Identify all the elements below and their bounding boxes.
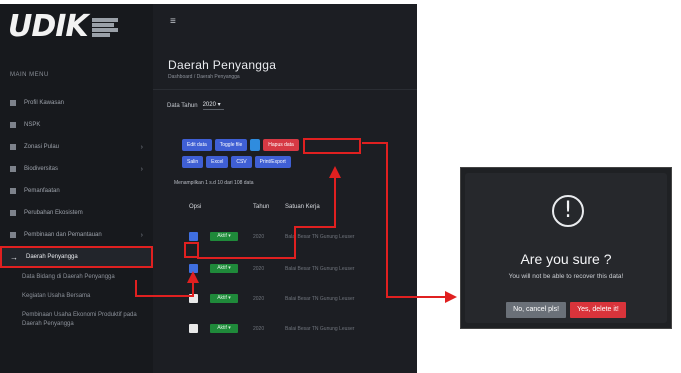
sidebar-item-label: Profil Kawasan bbox=[24, 100, 65, 106]
dialog-title: Are you sure ? bbox=[520, 251, 612, 267]
status-badge[interactable]: Aktif ▾ bbox=[210, 264, 238, 273]
chevron-right-icon: › bbox=[140, 231, 143, 239]
logo-text: UDIK bbox=[8, 9, 89, 44]
logo: UDIK bbox=[8, 10, 148, 44]
confirm-delete-button[interactable]: Yes, delete it! bbox=[570, 302, 626, 318]
year-filter: Data Tahun 2020 ▾ bbox=[167, 101, 224, 110]
table-row: Aktif ▾ 2020 Balai Besar TN Gunung Leuse… bbox=[173, 258, 417, 278]
table-row: Aktif ▾ 2020 Balai Besar TN Gunung Leuse… bbox=[173, 318, 417, 338]
copy-button[interactable]: Salin bbox=[182, 156, 204, 168]
row-checkbox[interactable] bbox=[189, 264, 198, 273]
toggle-file-button[interactable]: Toggle file bbox=[214, 139, 248, 151]
dialog-zoom: ! Are you sure ? You will not be able to… bbox=[460, 167, 672, 329]
table-info: Menampilkan 1 s.d 10 dari 108 data bbox=[174, 180, 254, 186]
cell-area: Balai Besar TN Gunung Leuser bbox=[285, 326, 355, 332]
square-icon bbox=[10, 100, 16, 106]
column-header-opsi[interactable]: Opsi bbox=[189, 204, 201, 210]
status-badge[interactable]: Aktif ▾ bbox=[210, 232, 238, 241]
excel-button[interactable]: Excel bbox=[206, 156, 229, 168]
sidebar-item-label: Biodiversitas bbox=[24, 166, 59, 172]
square-icon bbox=[10, 188, 16, 194]
sidebar-item-daerah-penyangga[interactable]: → Daerah Penyangga bbox=[0, 246, 153, 268]
row-checkbox[interactable] bbox=[189, 324, 198, 333]
sidebar-item-label: Pemanfaatan bbox=[24, 188, 60, 194]
sidebar-item-label: Zonasi Pulau bbox=[24, 144, 60, 150]
status-badge[interactable]: Aktif ▾ bbox=[210, 324, 238, 333]
cell-year: 2020 bbox=[253, 296, 265, 302]
cell-area: Balai Besar TN Gunung Leuser bbox=[285, 266, 355, 272]
file-icon-button[interactable] bbox=[250, 139, 261, 151]
sidebar-submenu: Data Bidang di Daerah Penyangga Kegiatan… bbox=[0, 268, 153, 334]
chevron-right-icon: › bbox=[140, 143, 143, 151]
cell-area: Balai Besar TN Gunung Leuser bbox=[285, 234, 355, 240]
chevron-right-icon: › bbox=[140, 165, 143, 173]
arrow-right-icon: → bbox=[10, 252, 18, 262]
dialog-actions: No, cancel pls! Yes, delete it! bbox=[465, 302, 667, 318]
column-header-tahun[interactable]: Tahun bbox=[253, 204, 269, 210]
warning-icon: ! bbox=[552, 195, 584, 227]
sidebar-item-label: NSPK bbox=[24, 122, 41, 128]
sidebar-item-label: Perubahan Ekosistem bbox=[24, 210, 83, 216]
square-icon bbox=[10, 232, 16, 238]
delete-data-button[interactable]: Hapus data bbox=[263, 139, 299, 151]
cancel-button[interactable]: No, cancel pls! bbox=[506, 302, 567, 318]
sidebar-menu: Profil Kawasan NSPK Zonasi Pulau › Biodi… bbox=[0, 92, 153, 334]
sidebar-subitem-data-bidang[interactable]: Data Bidang di Daerah Penyangga bbox=[22, 268, 153, 287]
status-badge[interactable]: Aktif ▾ bbox=[210, 294, 238, 303]
sidebar-item-nspk[interactable]: NSPK bbox=[0, 114, 153, 136]
confirm-dialog: ! Are you sure ? You will not be able to… bbox=[465, 173, 667, 323]
row-checkbox[interactable] bbox=[189, 294, 198, 303]
year-filter-label: Data Tahun bbox=[167, 102, 198, 109]
export-buttons: Salin Excel CSV Print/Export bbox=[182, 156, 291, 168]
action-buttons: Edit data Toggle file Hapus data bbox=[182, 139, 299, 151]
sidebar-item-biodiversitas[interactable]: Biodiversitas › bbox=[0, 158, 153, 180]
sidebar: UDIK MAIN MENU Profil Kawasan NSPK Zonas… bbox=[0, 4, 153, 373]
sidebar-subitem-pembinaan-usaha[interactable]: Pembinaan Usaha Ekonomi Produktif pada D… bbox=[22, 306, 153, 334]
cell-year: 2020 bbox=[253, 326, 265, 332]
menu-icon[interactable]: ≡ bbox=[170, 16, 176, 27]
divider bbox=[153, 89, 417, 90]
sidebar-item-perubahan-ekosistem[interactable]: Perubahan Ekosistem bbox=[0, 202, 153, 224]
square-icon bbox=[10, 122, 16, 128]
table-row: Aktif ▾ 2020 Balai Besar TN Gunung Leuse… bbox=[173, 226, 417, 246]
sidebar-item-pembinaan[interactable]: Pembinaan dan Pemantauan › bbox=[0, 224, 153, 246]
square-icon bbox=[10, 144, 16, 150]
page-title: Daerah Penyangga bbox=[168, 58, 277, 72]
sidebar-item-pemanfaatan[interactable]: Pemanfaatan bbox=[0, 180, 153, 202]
edit-data-button[interactable]: Edit data bbox=[182, 139, 212, 151]
year-select[interactable]: 2020 ▾ bbox=[202, 101, 224, 110]
sidebar-subitem-kegiatan-usaha[interactable]: Kegiatan Usaha Bersama bbox=[22, 287, 153, 306]
row-checkbox[interactable] bbox=[189, 232, 198, 241]
print-button[interactable]: Print/Export bbox=[254, 156, 291, 168]
square-icon bbox=[10, 210, 16, 216]
menu-heading: MAIN MENU bbox=[10, 72, 49, 78]
sidebar-item-label: Daerah Penyangga bbox=[26, 254, 78, 260]
app-screenshot: UDIK MAIN MENU Profil Kawasan NSPK Zonas… bbox=[0, 4, 417, 373]
cell-area: Balai Besar TN Gunung Leuser bbox=[285, 296, 355, 302]
breadcrumb: Dashboard / Daerah Penyangga bbox=[168, 74, 240, 80]
sidebar-item-label: Pembinaan dan Pemantauan bbox=[24, 232, 102, 238]
csv-button[interactable]: CSV bbox=[231, 156, 252, 168]
cell-year: 2020 bbox=[253, 234, 265, 240]
sidebar-item-zonasi[interactable]: Zonasi Pulau › bbox=[0, 136, 153, 158]
main-content: Daerah Penyangga Dashboard / Daerah Peny… bbox=[153, 44, 417, 373]
square-icon bbox=[10, 166, 16, 172]
sidebar-item-profil-kawasan[interactable]: Profil Kawasan bbox=[0, 92, 153, 114]
column-header-satuan-kerja[interactable]: Satuan Kerja bbox=[285, 204, 320, 210]
table-row: Aktif ▾ 2020 Balai Besar TN Gunung Leuse… bbox=[173, 288, 417, 308]
dialog-text: You will not be able to recover this dat… bbox=[508, 273, 624, 280]
topbar: ≡ bbox=[153, 4, 417, 44]
logo-tagline bbox=[91, 17, 118, 37]
cell-year: 2020 bbox=[253, 266, 265, 272]
